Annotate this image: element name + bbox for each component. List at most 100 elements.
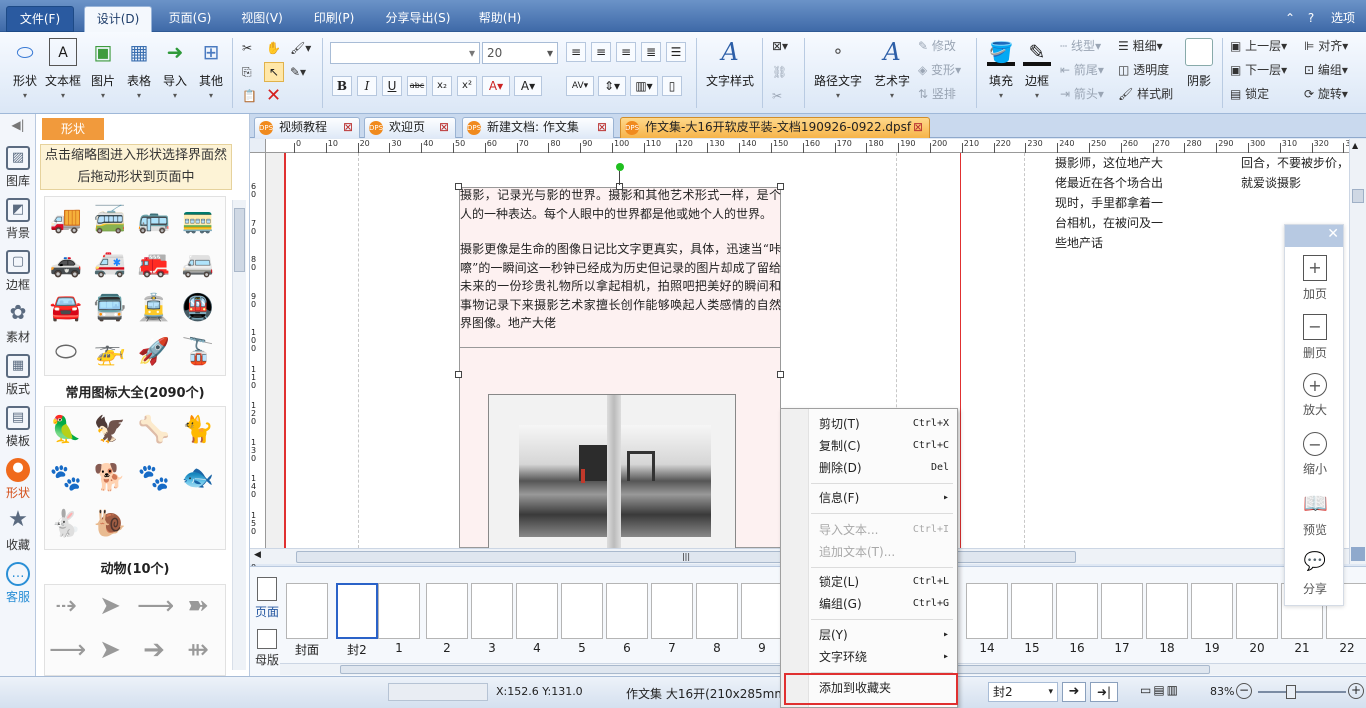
tab-design[interactable]: 设计(D)	[84, 6, 152, 32]
menu-delete[interactable]: 删除(D) Del	[819, 457, 949, 479]
rotate-handle[interactable]	[616, 163, 624, 171]
sidebar-item-layout[interactable]: ▦ 版式	[0, 350, 36, 402]
tab-share-export[interactable]: 分享导出(S)	[376, 6, 460, 32]
insert-textbox-button[interactable]: A 文本框 ▾	[44, 36, 82, 110]
page-thumbnail[interactable]	[696, 583, 738, 639]
page-thumbnail[interactable]	[741, 583, 783, 639]
page-thumbnail[interactable]	[378, 583, 420, 639]
tab-view[interactable]: 视图(V)	[232, 6, 292, 32]
sidebar-item-support[interactable]: … 客服	[0, 558, 36, 610]
sidebar-item-background[interactable]: ◩ 背景	[0, 194, 36, 246]
share-button[interactable]: 💬 分享	[1285, 546, 1345, 602]
paw-icon[interactable]: 🐾	[49, 461, 83, 495]
arrows-group[interactable]: ⇢ ➤ ⟶ ➽ ⟶ ➤ ➔ ⇻	[44, 584, 226, 676]
arrow-bold-icon[interactable]: ➤	[93, 589, 127, 623]
view-mode-icons[interactable]: ▭▤▥	[1140, 683, 1196, 701]
collapse-panel-icon[interactable]: ◀|	[0, 118, 36, 138]
select-pointer-icon[interactable]: ↖	[264, 62, 284, 82]
page-thumbnail[interactable]	[336, 583, 378, 639]
text-style-button[interactable]: A 文字样式	[704, 36, 756, 110]
arrow-dotted-icon[interactable]: ⇻	[181, 633, 215, 667]
page-thumbnail[interactable]	[1146, 583, 1188, 639]
page-thumbnail[interactable]	[651, 583, 693, 639]
menu-append-text[interactable]: 追加文本(T)...	[819, 541, 949, 563]
canvas-vertical-scrollbar[interactable]: ▲	[1349, 139, 1366, 564]
doc-tab-new-collection[interactable]: DPS 新建文档: 作文集 ⊠	[462, 117, 614, 138]
sidebar-item-border[interactable]: ▢ 边框	[0, 246, 36, 298]
menu-lock[interactable]: 锁定(L) Ctrl+L	[819, 571, 949, 593]
italic-icon[interactable]: I	[357, 76, 377, 96]
lock-button[interactable]: ▤ 锁定	[1230, 84, 1269, 104]
text-frame-icon[interactable]: ▯	[662, 76, 682, 96]
arrow-triangle-icon[interactable]: ➤	[93, 633, 127, 667]
metro-icon[interactable]: 🚇	[181, 291, 215, 325]
delete-x-icon[interactable]: ✕	[266, 86, 281, 106]
distribute-icon[interactable]: ☰	[666, 42, 686, 62]
police-car-icon[interactable]: 🚓	[49, 247, 83, 281]
close-toolbar-icon[interactable]: ✕	[1327, 226, 1339, 242]
pen-tool-icon[interactable]: ✎▾	[290, 62, 306, 82]
menu-text-wrap[interactable]: 文字环绕 ▸	[819, 646, 949, 668]
shapes-panel-tab[interactable]: 形状	[42, 118, 104, 140]
page-thumbnail[interactable]	[1011, 583, 1053, 639]
superscript-icon[interactable]: x²	[457, 76, 477, 96]
menu-cut[interactable]: 剪切(T) Ctrl+X	[819, 413, 949, 435]
text-paragraph-1[interactable]: 摄影，记录光与影的世界。摄影和其他艺术形式一样，是个人的一种表达。每个人眼中的世…	[460, 186, 781, 223]
resize-handle[interactable]	[777, 371, 784, 378]
import-button[interactable]: ➜ 导入 ▾	[156, 36, 194, 110]
tab-print[interactable]: 印刷(P)	[304, 6, 364, 32]
page-thumbnail[interactable]	[471, 583, 513, 639]
shadow-button[interactable]: 阴影	[1182, 36, 1216, 110]
sidebar-item-shapes[interactable]: ● 形状	[0, 454, 36, 506]
train-car-icon[interactable]: 🚃	[181, 203, 215, 237]
align-center-icon[interactable]: ≡	[591, 42, 611, 62]
next-page-icon[interactable]: ➜	[1062, 682, 1086, 702]
page-select[interactable]: 封2 ▾	[988, 682, 1058, 702]
menu-info[interactable]: 信息(F) ▸	[819, 487, 949, 509]
helicopter-icon[interactable]: 🚁	[93, 335, 127, 369]
pages-mode-button[interactable]: 页面	[254, 577, 280, 623]
menu-group[interactable]: 编组(G) Ctrl+G	[819, 593, 949, 615]
eagle-icon[interactable]: 🦅	[93, 413, 127, 447]
art-modify-button[interactable]: ✎ 修改	[918, 36, 956, 56]
arrow-tail-button[interactable]: ⇤ 箭尾▾	[1060, 60, 1104, 80]
fill-button[interactable]: 🪣 填充 ▾	[982, 36, 1020, 110]
arrow-right-icon[interactable]: ➔	[137, 633, 171, 667]
close-tab-icon[interactable]: ⊠	[597, 118, 607, 137]
close-tab-icon[interactable]: ⊠	[439, 118, 449, 137]
arrow-feather-icon[interactable]: ➽	[181, 589, 215, 623]
border-button[interactable]: ✎ 边框 ▾	[1018, 36, 1056, 110]
rabbit-icon[interactable]: 🐇	[49, 507, 83, 541]
preview-button[interactable]: 📖 预览	[1285, 487, 1345, 543]
font-color-icon[interactable]: A▾	[482, 76, 510, 96]
line-spacing-icon[interactable]: ⇕▾	[598, 76, 626, 96]
justify-icon[interactable]: ≣	[641, 42, 661, 62]
transparency-button[interactable]: ◫ 透明度	[1118, 60, 1169, 80]
animals-group[interactable]: 🦜 🦅 🦴 🐈 🐾 🐕 🐾 🐟 🐇 🐌	[44, 406, 226, 550]
tram-icon[interactable]: 🚊	[137, 291, 171, 325]
link-icon[interactable]: ⛓	[772, 62, 787, 82]
page-thumbnail[interactable]	[606, 583, 648, 639]
style-brush-button[interactable]: 🖌 样式刷	[1118, 84, 1173, 104]
bus-front-icon[interactable]: 🚍	[93, 291, 127, 325]
art-vertical-button[interactable]: ⇅ 竖排	[918, 84, 956, 104]
paste-icon[interactable]: 📋	[242, 86, 257, 106]
page-thumbnail[interactable]	[516, 583, 558, 639]
far-right-text[interactable]: 回合，不要被步价，就爱谈摄影	[1241, 153, 1349, 193]
cable-car-icon[interactable]: 🚡	[181, 335, 215, 369]
trolleybus-icon[interactable]: 🚎	[93, 203, 127, 237]
last-page-icon[interactable]: ➜|	[1090, 682, 1118, 702]
arrow-head-button[interactable]: ⇥ 箭头▾	[1060, 84, 1104, 104]
resize-handle[interactable]	[455, 371, 462, 378]
page-thumbnail[interactable]	[966, 583, 1008, 639]
group-button[interactable]: ⊡ 编组▾	[1304, 60, 1348, 80]
fish-icon[interactable]: 🐟	[181, 461, 215, 495]
common-icons-group[interactable]: 🚚 🚎 🚌 🚃 🚓 🚑 🚒 🚐 🚘 🚍 🚊 🚇 ⬭ 🚁 🚀 🚡	[44, 196, 226, 376]
sidebar-item-gallery[interactable]: ▨ 图库	[0, 142, 36, 194]
doc-tab-video-tutorial[interactable]: DPS 视频教程 ⊠	[254, 117, 360, 138]
bold-icon[interactable]: B	[332, 76, 352, 96]
zoom-slider-thumb[interactable]	[1286, 685, 1296, 699]
selected-frame[interactable]: 摄影，记录光与影的世界。摄影和其他艺术形式一样，是个人的一种表达。每个人眼中的世…	[459, 187, 781, 548]
page-thumbnail[interactable]	[1056, 583, 1098, 639]
master-mode-button[interactable]: 母版	[254, 629, 280, 675]
